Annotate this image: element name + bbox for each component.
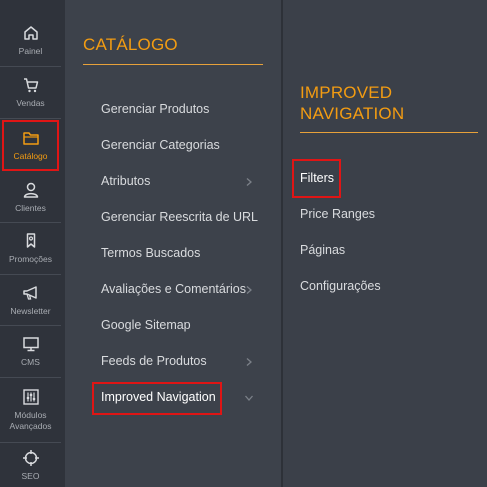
cart-icon — [22, 76, 40, 94]
sidebar-item-label: Promoções — [9, 254, 52, 264]
sidebar-item-promocoes[interactable]: Promoções — [0, 223, 61, 275]
user-icon — [22, 181, 40, 199]
home-icon — [22, 24, 40, 42]
sidebar-item-modulos-avancados[interactable]: Módulos Avançados — [0, 378, 61, 443]
sidebar-item-seo[interactable]: SEO — [0, 443, 61, 487]
megaphone-icon — [22, 284, 40, 302]
menu-item-google-sitemap[interactable]: Google Sitemap — [101, 318, 191, 332]
menu-item-feeds-produtos[interactable]: Feeds de Produtos — [101, 354, 207, 368]
submenu-panel: IMPROVED NAVIGATION Filters Price Ranges… — [283, 0, 487, 487]
menu-item-atributos[interactable]: Atributos — [101, 174, 150, 188]
title-divider — [300, 132, 478, 133]
sliders-icon — [22, 388, 40, 406]
menu-item-reescrita-url[interactable]: Gerenciar Reescrita de URL — [101, 210, 258, 224]
menu-item-gerenciar-categorias[interactable]: Gerenciar Categorias — [101, 138, 220, 152]
sidebar-item-vendas[interactable]: Vendas — [0, 67, 61, 119]
folder-icon — [22, 129, 40, 147]
sidebar-item-label: Vendas — [16, 98, 45, 108]
submenu-item-paginas[interactable]: Páginas — [300, 243, 345, 257]
menu-item-avaliacoes[interactable]: Avaliações e Comentários — [101, 282, 246, 296]
chevron-right-icon — [244, 357, 254, 367]
submenu-title-line2: NAVIGATION — [300, 104, 405, 123]
submenu-title-line1: IMPROVED — [300, 83, 393, 102]
title-divider — [83, 64, 263, 65]
sidebar-item-label: Newsletter — [10, 305, 51, 316]
crosshair-icon — [22, 449, 40, 467]
submenu-item-price-ranges[interactable]: Price Ranges — [300, 207, 375, 221]
sidebar-item-newsletter[interactable]: Newsletter — [0, 275, 61, 326]
catalog-menu-panel: CATÁLOGO Gerenciar Produtos Gerenciar Ca… — [65, 0, 281, 487]
menu-item-termos-buscados[interactable]: Termos Buscados — [101, 246, 200, 260]
sidebar-item-label: SEO — [21, 470, 40, 481]
tag-icon — [22, 232, 40, 250]
sidebar-item-label: CMS — [21, 357, 40, 367]
sidebar-item-painel[interactable]: Painel — [0, 14, 61, 67]
monitor-icon — [22, 335, 40, 353]
sidebar-item-catalogo[interactable]: Catálogo — [0, 119, 61, 172]
sidebar-item-clientes[interactable]: Clientes — [0, 172, 61, 223]
catalog-menu-title: CATÁLOGO — [83, 35, 178, 54]
main-sidebar: Painel Vendas Catálogo Clientes Promoçõe… — [0, 0, 65, 487]
sidebar-item-cms[interactable]: CMS — [0, 326, 61, 378]
sidebar-item-label: Módulos Avançados — [9, 410, 52, 431]
submenu-title: IMPROVED NAVIGATION — [300, 82, 404, 124]
menu-item-improved-navigation[interactable]: Improved Navigation — [101, 390, 216, 404]
sidebar-item-label: Clientes — [15, 202, 46, 213]
menu-item-gerenciar-produtos[interactable]: Gerenciar Produtos — [101, 102, 209, 116]
chevron-right-icon — [244, 285, 254, 295]
sidebar-item-label: Catálogo — [13, 150, 48, 161]
submenu-item-configuracoes[interactable]: Configurações — [300, 279, 381, 293]
chevron-right-icon — [244, 177, 254, 187]
sidebar-item-label: Painel — [18, 45, 43, 56]
chevron-down-icon — [244, 393, 254, 403]
submenu-item-filters[interactable]: Filters — [300, 171, 334, 185]
